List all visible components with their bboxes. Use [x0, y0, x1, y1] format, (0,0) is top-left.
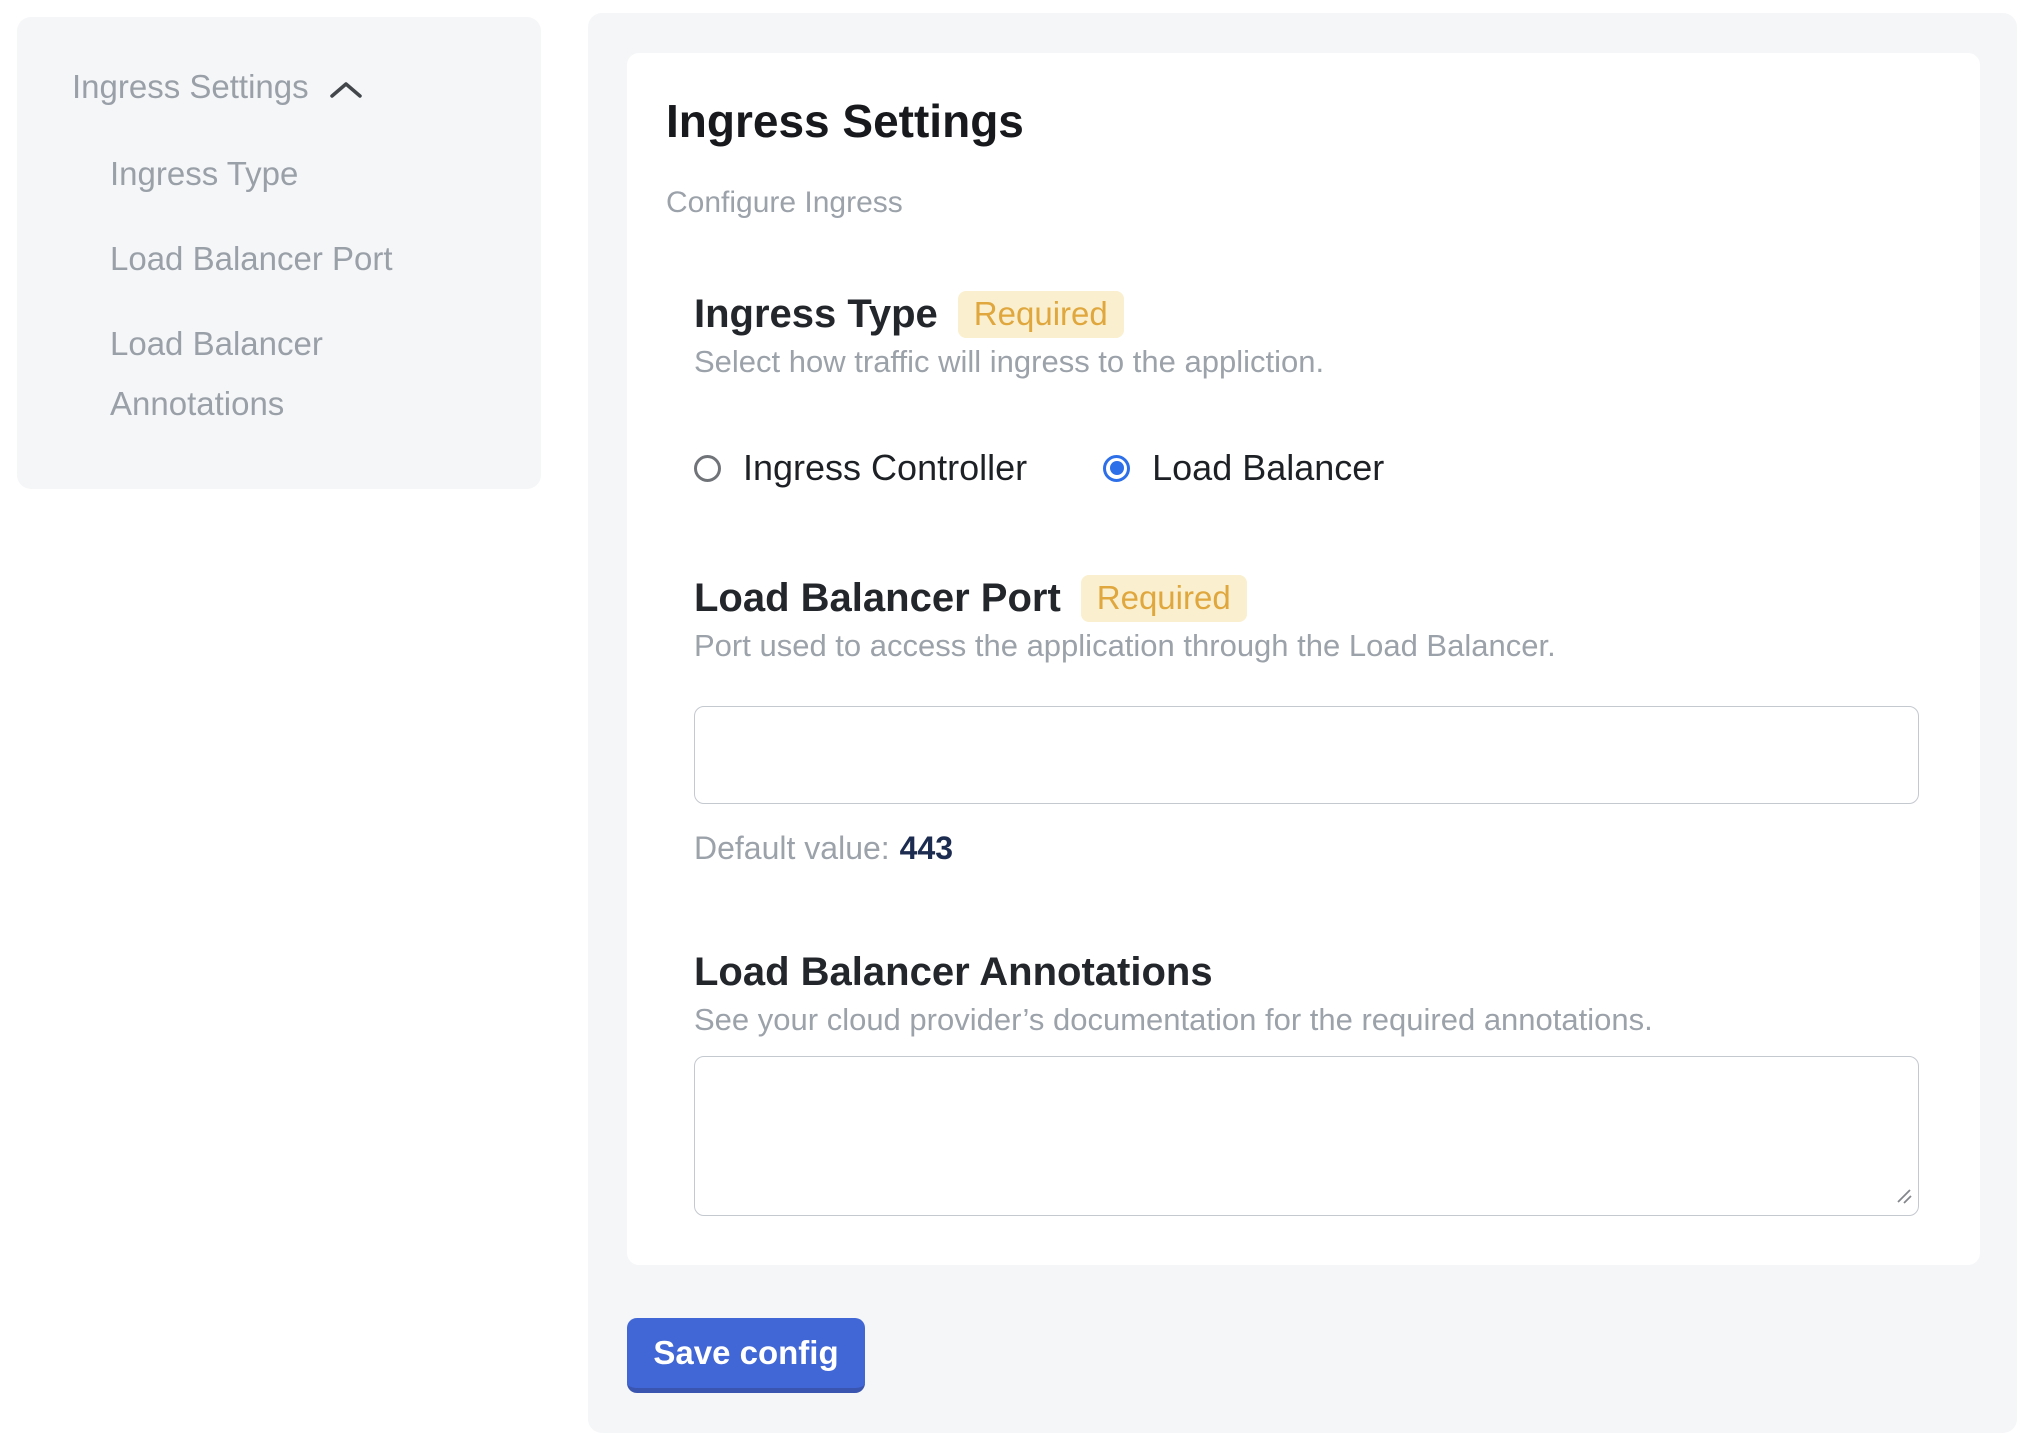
- section-description: Port used to access the application thro…: [694, 626, 1932, 666]
- chevron-up-icon: [329, 67, 363, 111]
- default-value-prefix: Default value:: [694, 830, 890, 866]
- ingress-settings-card: Ingress Settings Configure Ingress Ingre…: [627, 53, 1980, 1265]
- section-label-load-balancer-port: Load Balancer Port: [694, 574, 1061, 622]
- required-badge: Required: [958, 291, 1124, 338]
- radio-load-balancer[interactable]: Load Balancer: [1103, 446, 1384, 490]
- radio-label: Load Balancer: [1152, 446, 1384, 490]
- config-main-panel: Ingress Settings Configure Ingress Ingre…: [588, 13, 2017, 1433]
- load-balancer-annotations-textarea[interactable]: [694, 1056, 1919, 1216]
- config-nav-sidebar: Ingress Settings Ingress Type Load Balan…: [17, 17, 541, 489]
- radio-ingress-controller[interactable]: Ingress Controller: [694, 446, 1027, 490]
- radio-button-icon[interactable]: [1103, 455, 1130, 482]
- required-badge: Required: [1081, 575, 1247, 622]
- default-value: 443: [900, 830, 953, 866]
- section-ingress-type: Ingress Type Required Select how traffic…: [694, 290, 1932, 490]
- section-load-balancer-port: Load Balancer Port Required Port used to…: [694, 574, 1932, 868]
- default-value-hint: Default value: 443: [694, 828, 1932, 868]
- radio-button-icon[interactable]: [694, 455, 721, 482]
- section-label-ingress-type: Ingress Type: [694, 290, 938, 338]
- sidebar-item-ingress-type[interactable]: Ingress Type: [110, 144, 480, 204]
- section-description: See your cloud provider’s documentation …: [694, 1000, 1932, 1040]
- radio-label: Ingress Controller: [743, 446, 1027, 490]
- load-balancer-port-input[interactable]: [694, 706, 1919, 804]
- page-subtitle: Configure Ingress: [666, 184, 1932, 222]
- section-description: Select how traffic will ingress to the a…: [694, 342, 1932, 382]
- sidebar-item-list: Ingress Type Load Balancer Port Load Bal…: [110, 144, 521, 434]
- sidebar-item-load-balancer-port[interactable]: Load Balancer Port: [110, 229, 480, 289]
- sidebar-item-load-balancer-annotations[interactable]: Load Balancer Annotations: [110, 314, 480, 434]
- section-load-balancer-annotations: Load Balancer Annotations See your cloud…: [694, 948, 1932, 1216]
- ingress-type-radio-group: Ingress Controller Load Balancer: [694, 446, 1932, 490]
- sidebar-group-label: Ingress Settings: [72, 65, 309, 109]
- section-label-load-balancer-annotations: Load Balancer Annotations: [694, 948, 1213, 996]
- page-title: Ingress Settings: [666, 95, 1932, 148]
- save-config-button[interactable]: Save config: [627, 1318, 865, 1393]
- sidebar-group-ingress-settings[interactable]: Ingress Settings: [72, 63, 521, 111]
- resize-handle-icon[interactable]: [1895, 1187, 1913, 1210]
